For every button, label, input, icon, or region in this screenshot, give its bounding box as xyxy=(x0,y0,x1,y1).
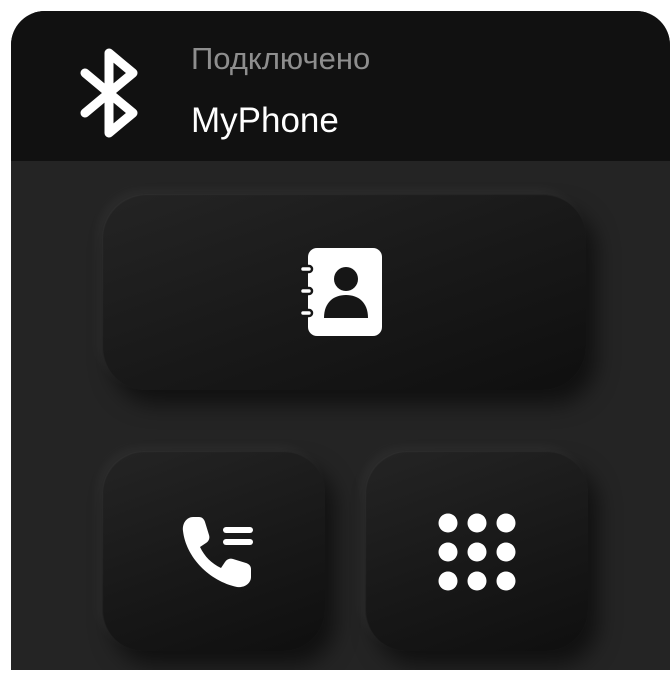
bluetooth-phone-widget: Подключено MyPhone xyxy=(11,11,670,670)
connection-status: Подключено xyxy=(191,41,371,76)
call-log-icon xyxy=(182,517,253,588)
connection-header: Подключено MyPhone xyxy=(11,11,670,161)
device-name: MyPhone xyxy=(191,101,339,140)
dialpad-button[interactable] xyxy=(365,451,588,651)
contacts-button[interactable] xyxy=(102,194,586,390)
contacts-book-icon xyxy=(300,248,382,336)
call-log-button[interactable] xyxy=(102,451,325,651)
bluetooth-icon xyxy=(80,48,138,138)
dialpad-icon xyxy=(438,513,516,591)
